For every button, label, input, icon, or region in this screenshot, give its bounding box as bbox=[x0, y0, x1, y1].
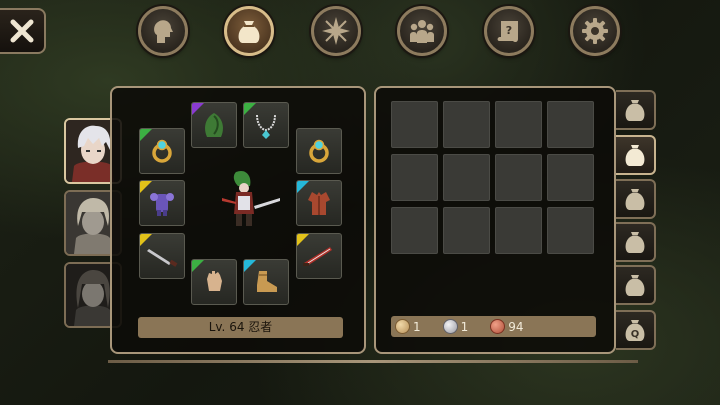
bag-slot[interactable] bbox=[443, 207, 490, 254]
compass-star-icon bbox=[322, 17, 350, 45]
gold-coin-icon bbox=[395, 319, 410, 334]
bag-tab-bag-3[interactable] bbox=[616, 179, 656, 219]
scroll-icon: ? bbox=[497, 21, 518, 43]
svg-text:?: ? bbox=[506, 24, 512, 37]
bag-icon bbox=[625, 100, 645, 121]
bag-tab-label: Q bbox=[631, 329, 640, 340]
equip-slot-ring-right[interactable] bbox=[296, 128, 342, 174]
equip-slot-armor-left[interactable] bbox=[139, 180, 185, 226]
bag-slot[interactable] bbox=[391, 154, 438, 201]
equip-slot-feet[interactable] bbox=[243, 259, 289, 305]
bag-icon: Q bbox=[625, 320, 645, 341]
menu-skills-button[interactable] bbox=[311, 6, 361, 56]
equip-slot-head[interactable] bbox=[191, 102, 237, 148]
close-icon bbox=[10, 19, 34, 43]
bag-icon bbox=[625, 189, 645, 210]
equip-slot-armor-right[interactable] bbox=[296, 180, 342, 226]
bag-icon bbox=[238, 21, 260, 43]
bag-slot[interactable] bbox=[495, 154, 542, 201]
currency-gold: 1 bbox=[395, 319, 421, 334]
bag-slot[interactable] bbox=[495, 207, 542, 254]
bag-icon bbox=[625, 232, 645, 253]
bag-slot[interactable] bbox=[547, 207, 594, 254]
currency-silver-value: 1 bbox=[460, 319, 469, 334]
gear-icon bbox=[582, 18, 608, 44]
bag-slot[interactable] bbox=[443, 154, 490, 201]
menu-character-button[interactable] bbox=[138, 6, 188, 56]
bag-tab-bag-1[interactable] bbox=[616, 90, 656, 130]
menu-quest-button[interactable]: ? bbox=[484, 6, 534, 56]
bag-tab-bag-4[interactable] bbox=[616, 222, 656, 262]
bag-tab-quest-bag[interactable]: Q bbox=[616, 310, 656, 350]
bag-slot[interactable] bbox=[547, 154, 594, 201]
bag-grid bbox=[391, 101, 599, 257]
bag-tab-bag-2[interactable] bbox=[616, 135, 656, 175]
bag-slot[interactable] bbox=[547, 101, 594, 148]
group-icon bbox=[410, 20, 434, 43]
bag-icon bbox=[625, 275, 645, 296]
close-button[interactable] bbox=[0, 8, 46, 54]
head-icon bbox=[154, 20, 173, 43]
equip-slot-weapon-right[interactable] bbox=[296, 233, 342, 279]
panel-divider bbox=[108, 360, 638, 363]
bag-slot[interactable] bbox=[391, 101, 438, 148]
equip-slot-neck[interactable] bbox=[243, 102, 289, 148]
gold-ring-icon bbox=[309, 139, 329, 163]
currency-bar: 1 1 94 bbox=[391, 316, 596, 337]
menu-settings-button[interactable] bbox=[570, 6, 620, 56]
silver-coin-icon bbox=[442, 319, 458, 334]
equip-slot-weapon-left[interactable] bbox=[139, 233, 185, 279]
currency-copper-value: 94 bbox=[508, 319, 524, 334]
equip-slot-ring-left[interactable] bbox=[139, 128, 185, 174]
bag-tab-bag-5[interactable] bbox=[616, 265, 656, 305]
character-sprite bbox=[212, 168, 282, 230]
currency-silver: 1 bbox=[442, 319, 469, 334]
currency-gold-value: 1 bbox=[413, 319, 421, 334]
menu-inventory-button[interactable] bbox=[224, 6, 274, 56]
copper-coin-icon bbox=[490, 319, 506, 334]
level-class-label: Lv. 64 忍者 bbox=[138, 317, 343, 338]
bag-icon bbox=[625, 145, 645, 166]
bag-slot[interactable] bbox=[443, 101, 490, 148]
bag-slot[interactable] bbox=[495, 101, 542, 148]
equip-slot-hands[interactable] bbox=[191, 259, 237, 305]
currency-copper: 94 bbox=[490, 319, 524, 334]
menu-party-button[interactable] bbox=[397, 6, 447, 56]
bag-slot[interactable] bbox=[391, 207, 438, 254]
